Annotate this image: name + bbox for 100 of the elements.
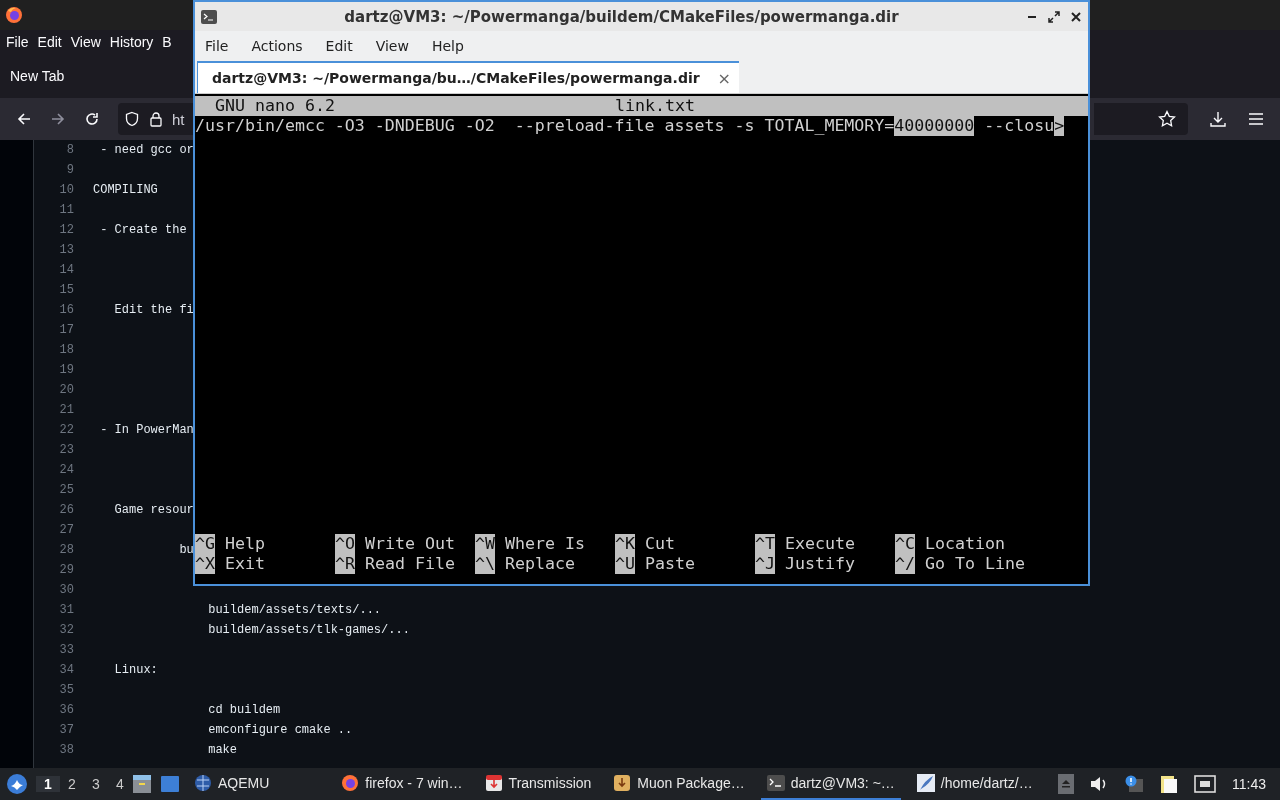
menu-item[interactable]: View (70, 34, 101, 50)
quill-icon (916, 774, 935, 792)
code-text: make (207, 743, 238, 757)
shortcut-key: ^\ (475, 554, 495, 574)
workspace-button[interactable]: 4 (108, 776, 132, 792)
shortcut-key: ^T (755, 534, 775, 554)
clipboard-icon[interactable] (1160, 774, 1178, 794)
shortcut-label: Paste (645, 554, 695, 574)
star-icon (1158, 110, 1176, 128)
shortcut-key: ^J (755, 554, 775, 574)
line-number: 31 (58, 603, 74, 617)
line-number: 14 (58, 263, 74, 277)
shortcut-label: Go To Line (925, 554, 1025, 574)
line-number: 30 (58, 583, 74, 597)
window-icon[interactable] (160, 775, 180, 793)
line-number: 20 (58, 383, 74, 397)
line-number: 37 (58, 723, 74, 737)
shortcut-key: ^G (195, 534, 215, 554)
lock-icon (149, 111, 163, 127)
shortcut-key: ^O (335, 534, 355, 554)
shortcut-label: Read File (365, 554, 455, 574)
line-number: 17 (58, 323, 74, 337)
terminal-icon (201, 9, 217, 24)
workspace-button[interactable]: 2 (60, 776, 84, 792)
line-number: 28 (58, 543, 74, 557)
globe-icon (194, 774, 212, 792)
line-number: 36 (58, 703, 74, 717)
shortcut-label: Write Out (365, 534, 455, 554)
notification-icon[interactable] (1124, 775, 1144, 793)
line-number: 35 (58, 683, 74, 697)
eject-icon[interactable] (1058, 774, 1074, 794)
back-icon[interactable] (16, 111, 32, 127)
code-text: - need gcc or (99, 143, 194, 157)
menu-item[interactable]: Help (431, 38, 464, 54)
start-menu-icon[interactable] (6, 773, 28, 795)
workspace-button[interactable]: 3 (84, 776, 108, 792)
menu-item[interactable]: History (109, 34, 154, 50)
line-number: 13 (58, 243, 74, 257)
code-text: Edit the fi (113, 303, 194, 317)
line-number: 27 (58, 523, 74, 537)
menu-item[interactable]: File (6, 34, 29, 50)
taskbar-button[interactable]: Muon Package… (607, 768, 751, 800)
menu-icon[interactable] (1248, 112, 1264, 126)
package-icon (613, 774, 632, 792)
window-title: dartz@VM3: ~/Powermanga/buildem/CMakeFiles/powermanga.dir (343, 7, 900, 26)
code-text: - Create the (99, 223, 187, 237)
code-text: Game resour (113, 503, 194, 517)
taskbar-button[interactable]: firefox - 7 win… (335, 768, 469, 800)
shortcut-label: Help (225, 534, 265, 554)
line-number: 19 (58, 363, 74, 377)
line-number: 21 (58, 403, 74, 417)
menu-item[interactable]: B (162, 34, 172, 50)
line-number: 38 (58, 743, 74, 757)
file-cabinet-icon[interactable] (132, 774, 152, 794)
editor-text: 40000000 (894, 116, 975, 136)
taskbar-button[interactable]: Transmission (478, 768, 598, 800)
editor-text: --closu (983, 116, 1055, 136)
line-number: 24 (58, 463, 74, 477)
shortcut-label: Location (925, 534, 1005, 554)
taskbar-button[interactable]: AQEMU (188, 768, 276, 800)
line-number: 16 (58, 303, 74, 317)
shortcut-label: Where Is (505, 534, 585, 554)
line-number: 32 (58, 623, 74, 637)
code-text: cd buildem (207, 703, 281, 717)
line-number: 10 (58, 183, 74, 197)
shortcut-key: ^K (615, 534, 635, 554)
line-number: 22 (58, 423, 74, 437)
line-number: 9 (65, 163, 74, 177)
close-tab-button[interactable]: × (717, 68, 731, 88)
workspace-button[interactable]: 1 (36, 776, 60, 792)
menu-item[interactable]: Edit (37, 34, 62, 50)
forward-icon[interactable] (50, 111, 66, 127)
shortcut-key: ^U (615, 554, 635, 574)
shortcut-label: Cut (645, 534, 675, 554)
menu-item[interactable]: File (205, 38, 229, 54)
line-number: 12 (58, 223, 74, 237)
menu-item[interactable]: Edit (325, 38, 353, 54)
network-icon[interactable] (1194, 775, 1216, 793)
line-number: 25 (58, 483, 74, 497)
line-number: 23 (58, 443, 74, 457)
line-number: 18 (58, 343, 74, 357)
volume-icon[interactable] (1090, 776, 1108, 792)
code-text: buildem/assets/texts/... (207, 603, 382, 617)
line-number: 15 (58, 283, 74, 297)
menu-item[interactable]: Actions (251, 38, 303, 54)
maximize-icon[interactable] (1048, 10, 1060, 23)
menu-item[interactable]: View (375, 38, 409, 54)
code-text: - In PowerMan (99, 423, 194, 437)
download-icon[interactable] (1210, 111, 1226, 127)
shortcut-key: ^C (895, 534, 915, 554)
bookmark-button[interactable] (1094, 103, 1188, 135)
terminal-tab[interactable]: dartz@VM3: ~/Powermanga/bu…/CMakeFiles/powermanga.dir × (197, 61, 739, 93)
firefox-logo-icon (5, 6, 23, 24)
taskbar-button[interactable]: dartz@VM3: ~… (760, 768, 901, 800)
reload-icon[interactable] (84, 111, 100, 127)
code-text: buildem/assets/tlk-games/... (207, 623, 410, 637)
taskbar-button[interactable]: /home/dartz/… (910, 768, 1039, 800)
browser-tab[interactable]: New Tab (0, 68, 75, 84)
code-text: Linux: (113, 663, 158, 677)
close-icon[interactable] (1070, 10, 1082, 23)
